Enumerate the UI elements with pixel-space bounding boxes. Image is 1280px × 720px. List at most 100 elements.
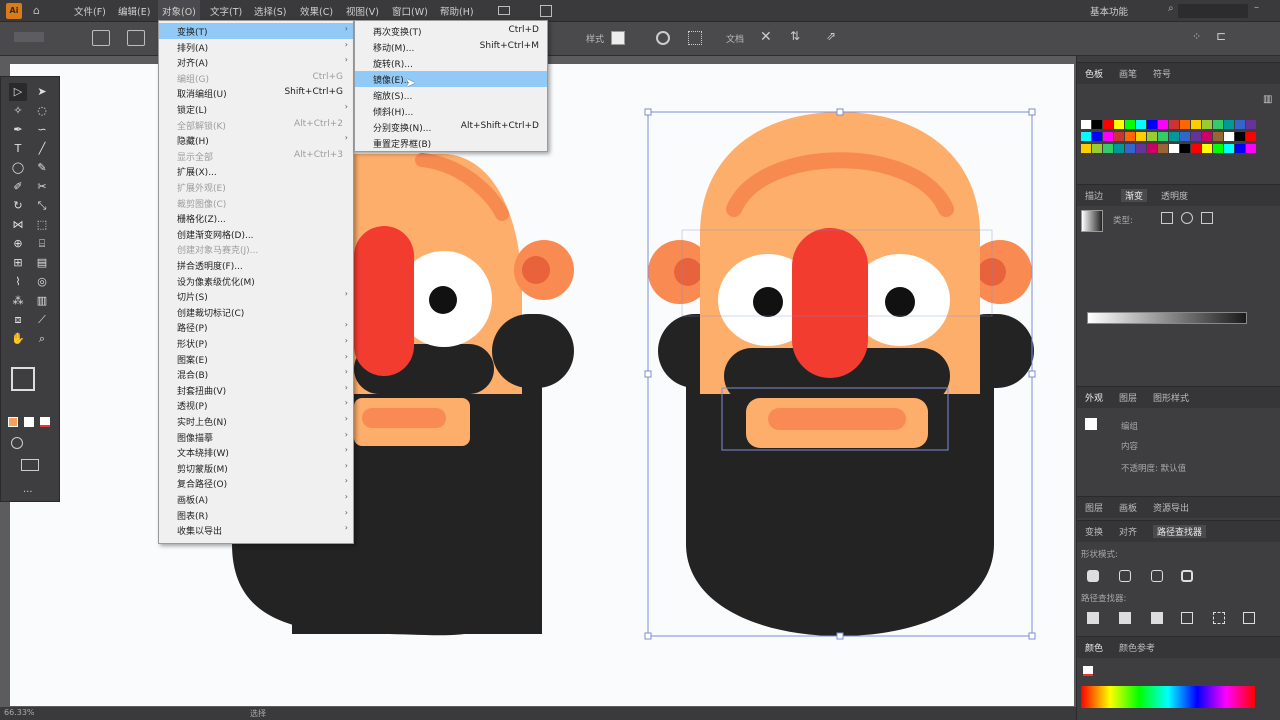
tab-appearance[interactable]: 外观	[1085, 391, 1103, 404]
rotate-tool-icon[interactable]: ↻	[9, 197, 27, 215]
stroke-swatch-icon[interactable]	[24, 417, 34, 427]
home-icon[interactable]: ⌂	[33, 4, 40, 17]
ellipse-tool-icon[interactable]: ◯	[9, 159, 27, 177]
color-fill-stroke-icon[interactable]	[1083, 666, 1093, 676]
color-swatch[interactable]	[1202, 120, 1212, 129]
tab-swatches[interactable]: 色板	[1085, 67, 1103, 80]
graph-tool-icon[interactable]: ▥	[33, 292, 51, 310]
draw-mode-icon[interactable]	[11, 437, 23, 449]
pathfinder-merge-icon[interactable]	[1151, 612, 1163, 624]
object-menu-item[interactable]: 锁定(L) ›	[159, 101, 353, 117]
eraser-tool-icon[interactable]: ✂	[33, 178, 51, 196]
puppet-warp-icon[interactable]: ⇗	[826, 29, 836, 43]
curvature-tool-icon[interactable]: ∽	[33, 121, 51, 139]
color-swatch[interactable]	[1136, 144, 1146, 153]
object-menu-item[interactable]: 收集以导出 ›	[159, 522, 353, 538]
color-swatch[interactable]	[1081, 120, 1091, 129]
slice-tool-icon[interactable]: ⟋	[33, 311, 51, 329]
scale-tool-icon[interactable]: ⤡	[33, 197, 51, 215]
menu-help[interactable]: 帮助(H)	[440, 4, 474, 18]
color-swatch[interactable]	[1092, 144, 1102, 153]
transform-menu-item[interactable]: 移动(M)... Shift+Ctrl+M	[355, 39, 547, 55]
shape-mode-exclude-icon[interactable]	[1181, 570, 1193, 582]
perspective-grid-tool-icon[interactable]: ⌸	[33, 235, 51, 253]
object-menu-item[interactable]: 变换(T) ›	[159, 23, 353, 39]
minimize-icon[interactable]: –	[1254, 2, 1259, 13]
tab-artboards[interactable]: 画板	[1119, 501, 1137, 514]
object-menu-item[interactable]: 排列(A) ›	[159, 39, 353, 55]
color-swatch[interactable]	[1158, 120, 1168, 129]
color-swatch[interactable]	[1180, 144, 1190, 153]
color-swatch[interactable]	[1125, 132, 1135, 141]
tab-pathfinder[interactable]: 路径查找器	[1153, 525, 1207, 538]
object-menu-item[interactable]: 扩展(X)...	[159, 163, 353, 179]
color-swatch[interactable]	[1191, 144, 1201, 153]
tab-asset-export[interactable]: 资源导出	[1153, 501, 1189, 514]
swatch-grid[interactable]	[1081, 120, 1257, 160]
fill-swatch-icon[interactable]	[8, 417, 18, 427]
object-menu-item[interactable]: 切片(S) ›	[159, 288, 353, 304]
transform-menu-item[interactable]: 分别变换(N)... Alt+Shift+Ctrl+D	[355, 119, 547, 135]
object-menu-item[interactable]: 透视(P) ›	[159, 397, 353, 413]
pathfinder-trim-icon[interactable]	[1119, 612, 1131, 624]
recolor-icon[interactable]	[656, 31, 670, 45]
color-swatch[interactable]	[1103, 144, 1113, 153]
object-menu-item[interactable]: 取消编组(U) Shift+Ctrl+G	[159, 85, 353, 101]
color-swatch[interactable]	[1125, 144, 1135, 153]
color-swatch[interactable]	[1235, 144, 1245, 153]
pathfinder-crop-icon[interactable]	[1181, 612, 1193, 624]
tab-align[interactable]: 对齐	[1119, 525, 1137, 538]
tab-color[interactable]: 颜色	[1085, 641, 1103, 654]
menu-window[interactable]: 窗口(W)	[392, 4, 428, 18]
color-swatch[interactable]	[1169, 120, 1179, 129]
shape-mode-minus-front-icon[interactable]	[1119, 570, 1131, 582]
zoom-tool-icon[interactable]: ⌕	[33, 330, 51, 348]
object-menu-item[interactable]: 封套扭曲(V) ›	[159, 382, 353, 398]
color-swatch[interactable]	[1092, 120, 1102, 129]
color-swatch[interactable]	[1169, 144, 1179, 153]
color-swatch[interactable]	[1136, 120, 1146, 129]
transform-icon[interactable]: ✕	[760, 29, 772, 45]
color-swatch[interactable]	[1114, 144, 1124, 153]
tab-transform[interactable]: 变换	[1085, 525, 1103, 538]
color-swatch[interactable]	[1213, 120, 1223, 129]
tab-color-guide[interactable]: 颜色参考	[1119, 641, 1155, 654]
magic-wand-tool-icon[interactable]: ✧	[9, 102, 27, 120]
free-transform-tool-icon[interactable]: ⬚	[33, 216, 51, 234]
color-swatch[interactable]	[1191, 120, 1201, 129]
grid-view-icon[interactable]: ▥	[1263, 94, 1272, 105]
gradient-type-radial-icon[interactable]	[1181, 212, 1193, 224]
object-menu-item[interactable]: 图案(E) ›	[159, 351, 353, 367]
transform-menu-item[interactable]: 倾斜(H)...	[355, 103, 547, 119]
color-swatch[interactable]	[1136, 132, 1146, 141]
object-menu-item[interactable]: 画板(A) ›	[159, 491, 353, 507]
color-swatch[interactable]	[1224, 132, 1234, 141]
color-swatch[interactable]	[1158, 144, 1168, 153]
color-swatch[interactable]	[1081, 144, 1091, 153]
eyedropper-tool-icon[interactable]: ⌇	[9, 273, 27, 291]
selection-tool-icon[interactable]: ▷	[9, 83, 27, 101]
color-swatch[interactable]	[1235, 132, 1245, 141]
object-menu-item[interactable]: 拼合透明度(F)...	[159, 257, 353, 273]
style-swatch[interactable]	[611, 31, 625, 45]
blend-tool-icon[interactable]: ◎	[33, 273, 51, 291]
shape-mode-intersect-icon[interactable]	[1151, 570, 1163, 582]
width-tool-icon[interactable]: ⋈	[9, 216, 27, 234]
color-spectrum[interactable]	[1081, 686, 1255, 708]
object-menu-item[interactable]: 文本绕排(W) ›	[159, 444, 353, 460]
object-menu-item[interactable]: 创建裁切标记(C)	[159, 304, 353, 320]
color-swatch[interactable]	[1224, 144, 1234, 153]
stroke-button[interactable]	[127, 30, 145, 46]
zoom-level[interactable]: 66.33%	[4, 708, 35, 717]
object-menu-item[interactable]: 形状(P) ›	[159, 335, 353, 351]
color-swatch[interactable]	[1235, 120, 1245, 129]
workspace-switcher[interactable]: 基本功能	[1090, 4, 1128, 18]
hand-tool-icon[interactable]: ✋	[9, 330, 27, 348]
isolate-icon[interactable]: ⇅	[790, 29, 800, 43]
object-menu-item[interactable]: 路径(P) ›	[159, 319, 353, 335]
transform-menu-item[interactable]: 再次变换(T) Ctrl+D	[355, 23, 547, 39]
artboard-tool-icon[interactable]: ⧈	[9, 311, 27, 329]
color-swatch[interactable]	[1158, 132, 1168, 141]
object-menu-item[interactable]: 对齐(A) ›	[159, 54, 353, 70]
transform-menu-item[interactable]: 缩放(S)...	[355, 87, 547, 103]
